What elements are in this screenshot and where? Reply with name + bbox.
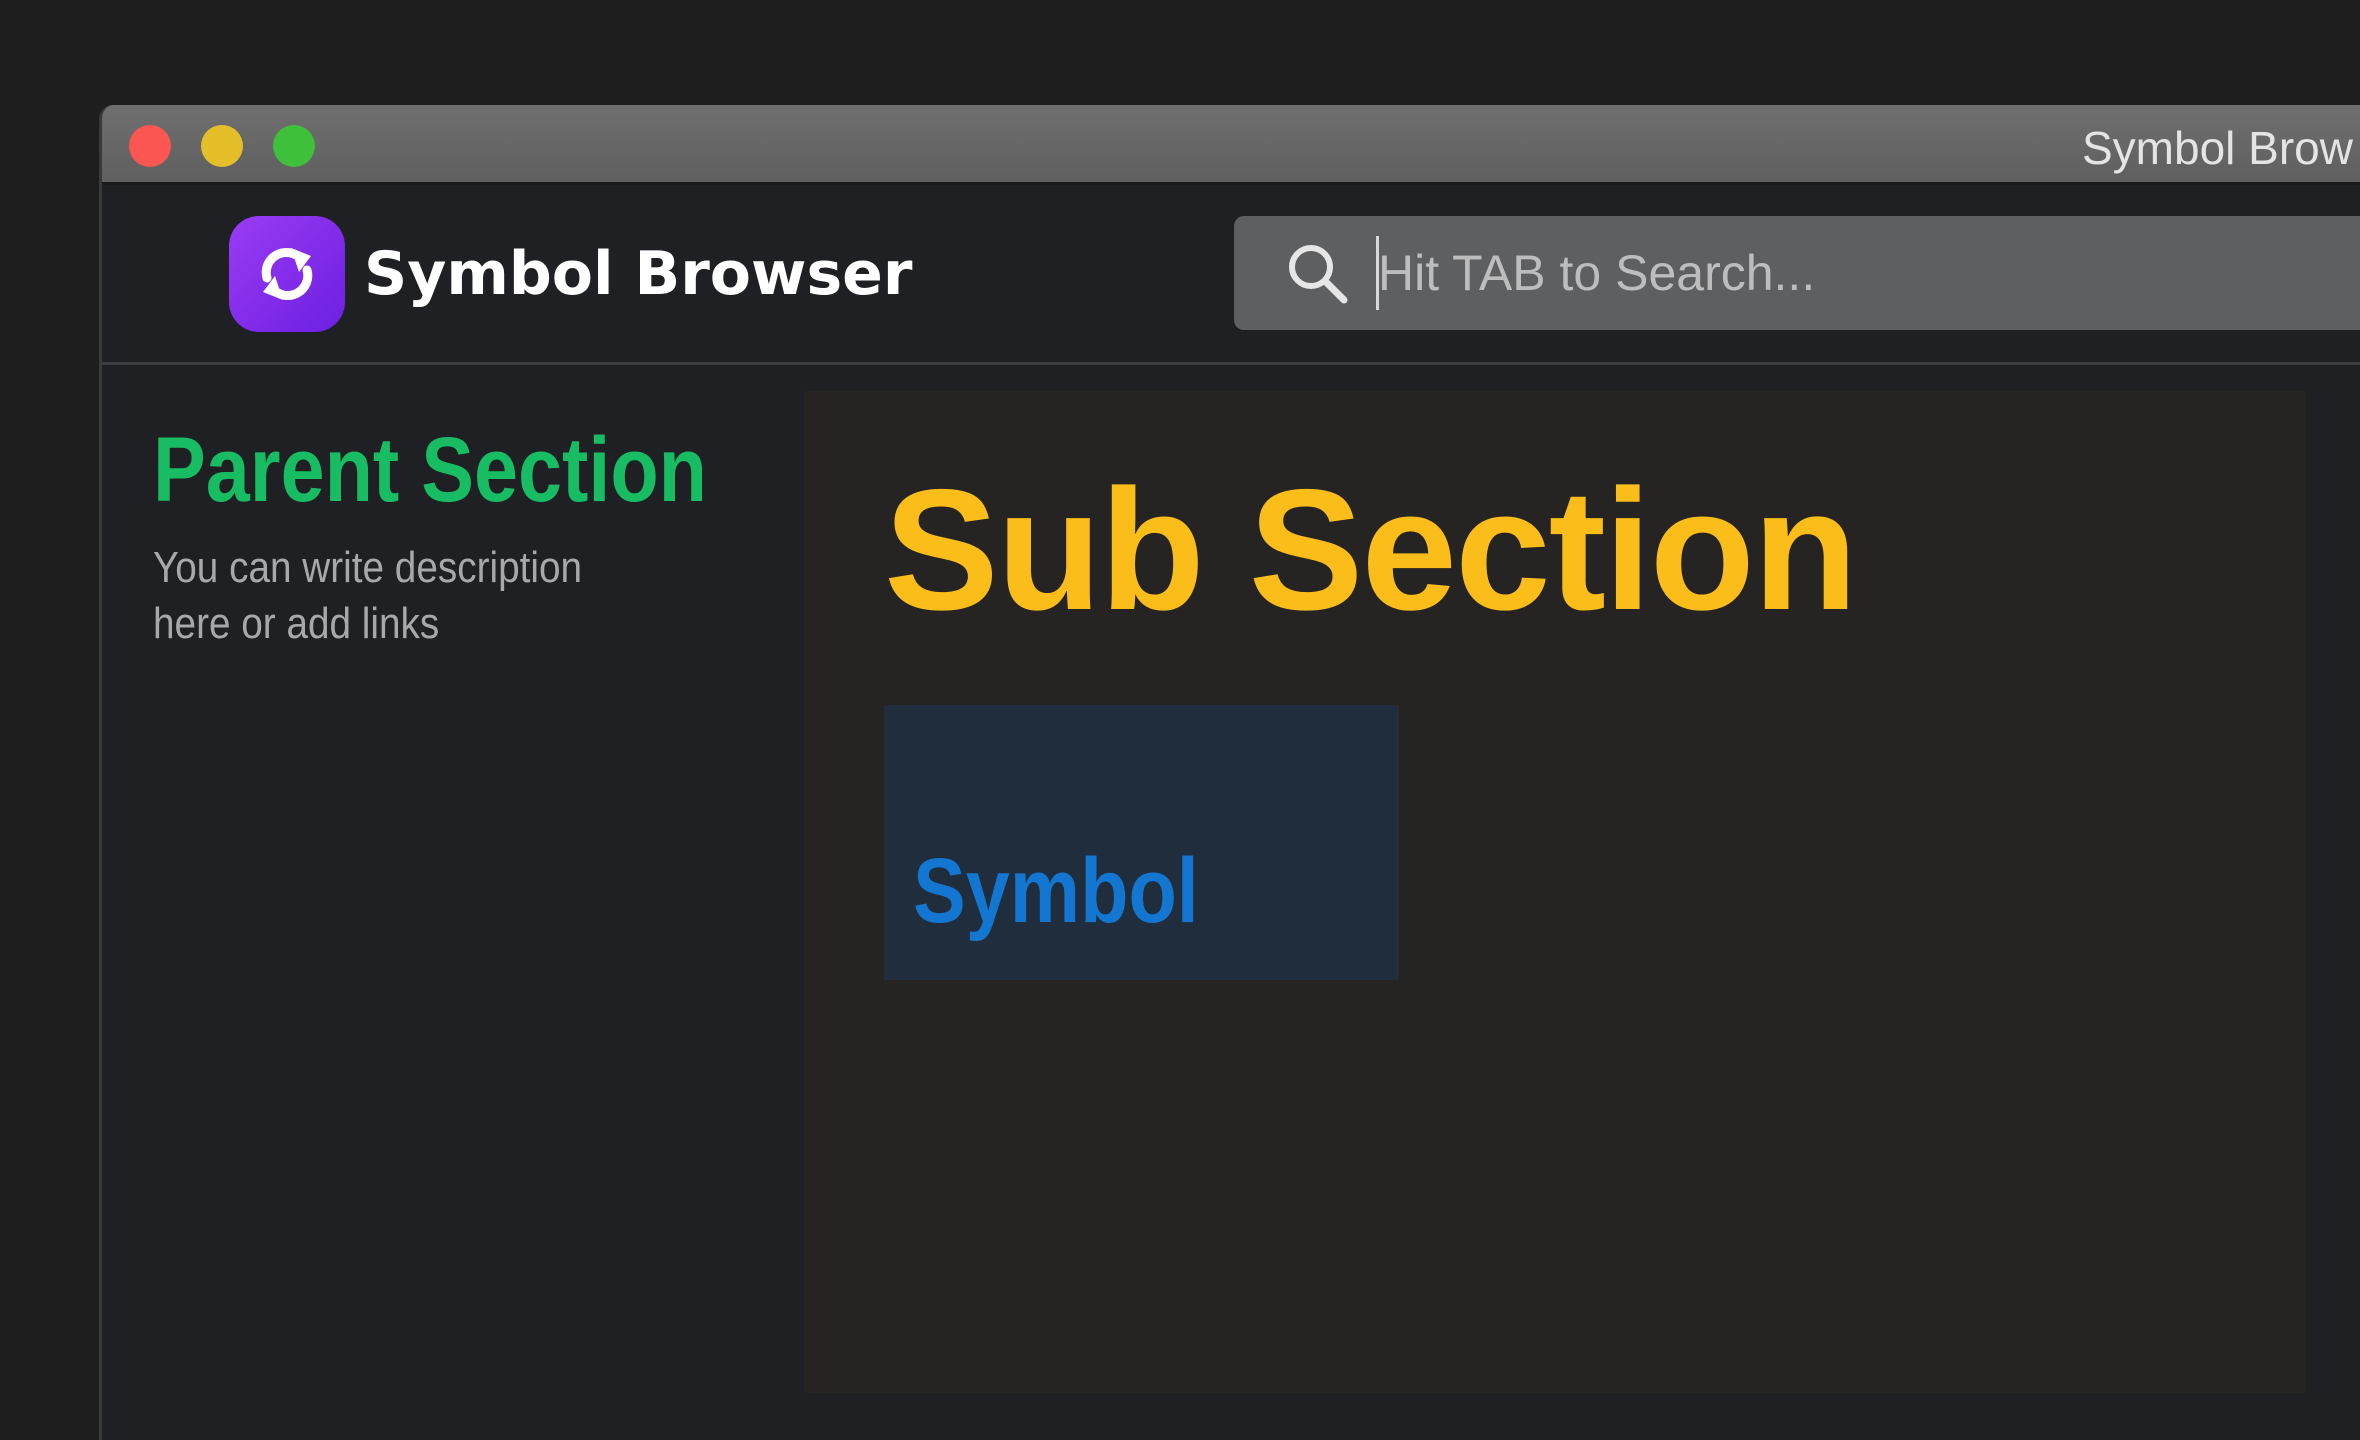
sub-section-title: Sub Section [884,454,1858,646]
title-bar[interactable]: Symbol Brow [102,105,2360,185]
maximize-window-button[interactable] [273,125,315,167]
search-bar[interactable] [1234,216,2360,330]
close-window-button[interactable] [129,125,171,167]
sidebar: Parent Section You can write description… [102,368,802,1440]
search-icon [1289,245,1348,304]
parent-section-description: You can write description here or add li… [153,543,583,648]
symbol-card[interactable]: Symbol [884,705,1399,980]
symbol-card-label: Symbol [913,840,1199,942]
search-input[interactable] [1378,234,2360,312]
sub-section-panel: Sub Section Symbol [804,391,2306,1393]
window-title: Symbol Brow [2082,122,2353,174]
minimize-window-button[interactable] [201,125,243,167]
app-header: Symbol Browser [102,185,2360,365]
app-brand-title: Symbol Browser [364,239,913,309]
refresh-arrows-icon [229,216,345,332]
parent-section-title: Parent Section [153,419,708,521]
app-window: Symbol Brow Symbol Browser Parent Secti [99,105,2360,1440]
